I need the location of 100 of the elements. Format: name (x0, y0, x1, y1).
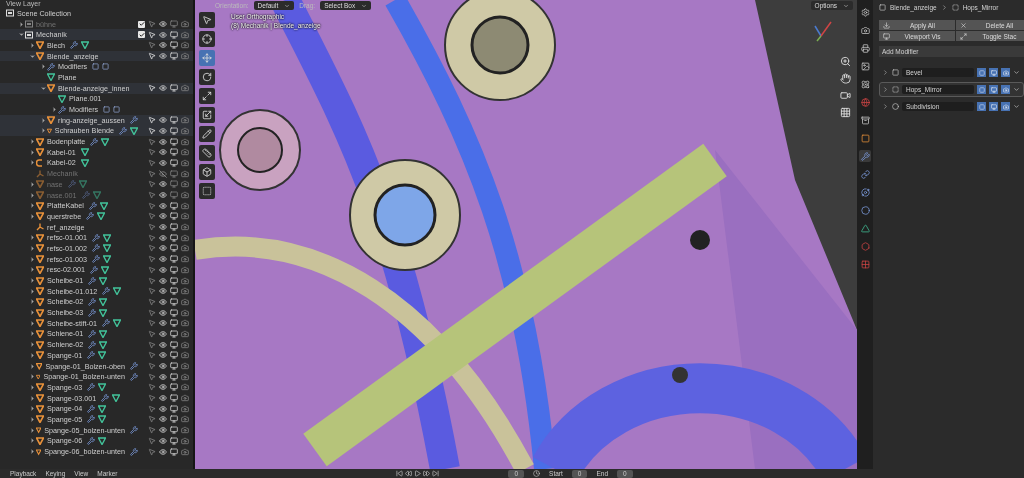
monitor-icon[interactable] (170, 265, 178, 274)
camera-icon[interactable] (181, 41, 189, 50)
monitor-icon[interactable] (170, 319, 178, 328)
properties-tab[interactable] (859, 168, 871, 180)
expand-arrow-icon[interactable] (28, 244, 36, 252)
expand-arrow-icon[interactable] (28, 330, 36, 338)
eye-icon[interactable] (159, 126, 167, 135)
properties-tab[interactable] (859, 186, 871, 198)
monitor-icon[interactable] (170, 201, 178, 210)
camera-icon[interactable] (181, 308, 189, 317)
camera-icon[interactable] (181, 415, 189, 424)
camera-icon[interactable] (181, 265, 189, 274)
monitor-icon[interactable] (170, 426, 178, 435)
expand-arrow-icon[interactable] (28, 277, 36, 285)
tool-button[interactable] (199, 183, 215, 199)
expand-arrow-icon[interactable] (39, 127, 47, 135)
monitor-icon[interactable] (170, 276, 178, 285)
tool-button[interactable] (199, 145, 215, 161)
jump-start-icon[interactable] (396, 470, 404, 477)
properties-tab[interactable] (859, 222, 871, 234)
camera-icon[interactable] (181, 212, 189, 221)
monitor-icon[interactable] (170, 329, 178, 338)
expand-arrow-icon[interactable] (39, 63, 47, 71)
camera-icon[interactable] (181, 436, 189, 445)
expand-arrow-icon[interactable] (28, 405, 36, 413)
zoom-icon[interactable] (840, 56, 851, 67)
tool-button[interactable] (199, 164, 215, 180)
eye-icon[interactable] (159, 265, 167, 274)
eye-icon[interactable] (159, 201, 167, 210)
eye-icon[interactable] (159, 404, 167, 413)
camera-icon[interactable] (181, 340, 189, 349)
monitor-icon[interactable] (170, 223, 178, 232)
viewport-toggle[interactable] (989, 85, 998, 94)
expand-arrow-icon[interactable] (28, 212, 36, 220)
eye-icon[interactable] (159, 362, 167, 371)
expand-arrow-icon[interactable] (28, 351, 36, 359)
eye-icon[interactable] (159, 372, 167, 381)
camera-icon[interactable] (181, 372, 189, 381)
eye-icon[interactable] (159, 297, 167, 306)
expand-arrow-icon[interactable] (17, 31, 25, 39)
eye-icon[interactable] (159, 223, 167, 232)
expand-arrow-icon[interactable] (28, 319, 36, 327)
eye-icon[interactable] (159, 212, 167, 221)
eye-icon[interactable] (159, 148, 167, 157)
eye-icon[interactable] (159, 84, 167, 93)
expand-arrow-icon[interactable] (28, 266, 36, 274)
expand-arrow-icon[interactable] (50, 106, 58, 114)
eye-icon[interactable] (159, 447, 167, 456)
eye-icon[interactable] (159, 340, 167, 349)
tool-button[interactable] (199, 126, 215, 142)
camera-icon[interactable] (181, 404, 189, 413)
properties-tab[interactable] (859, 258, 871, 270)
expand-arrow-icon[interactable] (28, 426, 36, 434)
eye-icon[interactable] (159, 158, 167, 167)
camera-icon[interactable] (840, 90, 851, 101)
eye-icon[interactable] (159, 41, 167, 50)
monitor-icon[interactable] (170, 340, 178, 349)
monitor-icon[interactable] (170, 297, 178, 306)
eye-icon[interactable] (159, 394, 167, 403)
properties-tab[interactable] (859, 6, 871, 18)
camera-icon[interactable] (181, 362, 189, 371)
camera-icon[interactable] (181, 426, 189, 435)
properties-tab[interactable] (859, 114, 871, 126)
monitor-icon[interactable] (170, 126, 178, 135)
camera-icon[interactable] (181, 137, 189, 146)
checkbox[interactable] (138, 31, 145, 39)
camera-icon[interactable] (181, 351, 189, 360)
camera-icon[interactable] (181, 276, 189, 285)
play-icon[interactable] (414, 470, 422, 477)
monitor-icon[interactable] (170, 404, 178, 413)
properties-tab[interactable] (859, 204, 871, 216)
expand-arrow-icon[interactable] (28, 341, 36, 349)
camera-icon[interactable] (181, 394, 189, 403)
camera-icon[interactable] (181, 383, 189, 392)
edit-mode-toggle[interactable] (977, 102, 986, 111)
camera-icon[interactable] (181, 447, 189, 456)
hand-icon[interactable] (840, 73, 851, 84)
expand-arrow-icon[interactable] (28, 138, 36, 146)
monitor-icon[interactable] (170, 84, 178, 93)
eye-icon[interactable] (159, 287, 167, 296)
camera-icon[interactable] (181, 233, 189, 242)
render-toggle[interactable] (1001, 68, 1010, 77)
expand-arrow-icon[interactable] (28, 437, 36, 445)
viewport-toggle[interactable] (989, 68, 998, 77)
eye-icon[interactable] (159, 244, 167, 253)
edit-mode-toggle[interactable] (977, 85, 986, 94)
camera-icon[interactable] (181, 244, 189, 253)
camera-icon[interactable] (181, 201, 189, 210)
expand-arrow-icon[interactable] (28, 373, 36, 381)
eye-icon[interactable] (159, 116, 167, 125)
grid-icon[interactable] (840, 107, 851, 118)
monitor-icon[interactable] (170, 394, 178, 403)
eye-icon[interactable] (159, 319, 167, 328)
properties-tab[interactable] (859, 42, 871, 54)
monitor-icon[interactable] (170, 137, 178, 146)
expand-arrow-icon[interactable] (28, 394, 36, 402)
edit-mode-toggle[interactable] (977, 68, 986, 77)
monitor-icon[interactable] (170, 447, 178, 456)
tool-button[interactable] (199, 31, 215, 47)
expand-arrow-icon[interactable] (28, 159, 36, 167)
